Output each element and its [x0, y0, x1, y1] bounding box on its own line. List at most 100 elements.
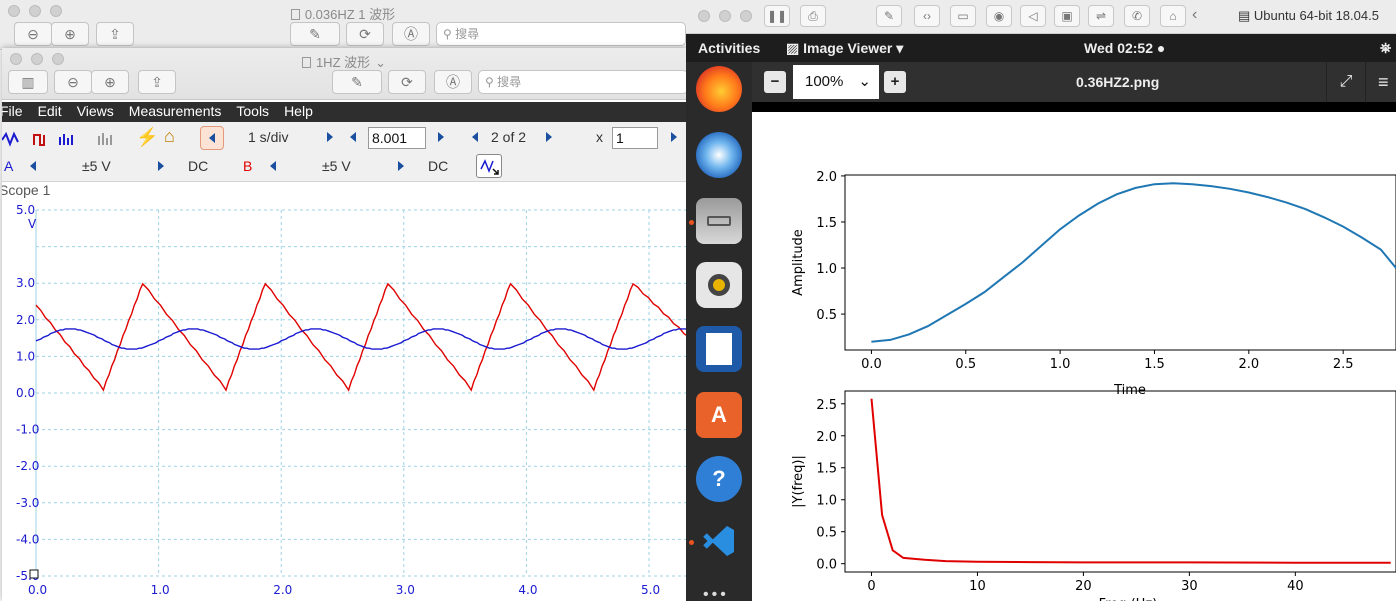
close-window-button[interactable]	[698, 10, 710, 22]
fullscreen-icon[interactable]: ⤢	[1326, 62, 1366, 102]
zoom-select[interactable]: 100% ⌄	[793, 65, 879, 99]
zoom-in-button[interactable]: +	[884, 71, 906, 93]
files-icon[interactable]	[696, 198, 742, 244]
document-icon	[301, 57, 311, 68]
menu-help[interactable]: Help	[284, 102, 313, 122]
samples-input[interactable]: 8.001 kS	[368, 127, 426, 149]
page-next-arrow[interactable]	[546, 132, 552, 142]
vscode-icon[interactable]	[696, 518, 742, 564]
vm-title: ▤ Ubuntu 64-bit 18.04.5	[1238, 8, 1379, 23]
rotate-button[interactable]: ⟳	[388, 70, 426, 94]
app-menu[interactable]: ▨ Image Viewer ▾	[786, 40, 903, 57]
waveform-icon	[480, 159, 499, 175]
search-input[interactable]: ⚲ 搜尋	[436, 22, 686, 46]
app-grid-icon[interactable]: •••	[703, 586, 729, 601]
x-tick-label: 2.5	[1333, 357, 1354, 372]
chevron-down-icon[interactable]: ⌄	[375, 55, 386, 70]
timebase-value[interactable]: 1 s/div	[248, 129, 288, 145]
channel-b-range-increase[interactable]	[398, 161, 404, 171]
channel-b-coupling[interactable]: DC	[428, 158, 448, 174]
menu-measurements[interactable]: Measurements	[129, 102, 222, 122]
annotate-button[interactable]: Ⓐ	[434, 70, 472, 94]
previous-page-button[interactable]	[200, 126, 224, 150]
camera-icon[interactable]: ▣	[1054, 5, 1080, 27]
y-tick-label: -3.0	[16, 496, 39, 510]
channel-a-range-increase[interactable]	[158, 161, 164, 171]
zoom-out-button[interactable]: ⊖	[54, 70, 92, 94]
code-icon[interactable]: ‹›	[914, 5, 940, 27]
accessibility-icon[interactable]: ⛯	[1380, 40, 1391, 57]
running-indicator	[689, 540, 694, 545]
clock[interactable]: Wed 02:52 ●	[1084, 40, 1165, 56]
window-title: 1HZ 波形 ⌄	[2, 52, 686, 71]
channel-a-label: A	[4, 158, 14, 174]
multiplier-input[interactable]: 1	[612, 127, 658, 149]
share-button[interactable]: ⇪	[96, 22, 134, 46]
x-tick-label: 0	[867, 579, 875, 594]
document-icon	[290, 9, 300, 20]
phone-icon[interactable]: ✆	[1124, 5, 1150, 27]
writer-icon[interactable]	[696, 326, 742, 372]
activities-button[interactable]: Activities	[698, 40, 760, 56]
annotate-button[interactable]: Ⓐ	[392, 22, 430, 46]
markup-button[interactable]: ✎	[290, 22, 340, 46]
search-input[interactable]: ⚲ 搜尋	[478, 70, 686, 94]
sound-icon[interactable]: ◁	[1020, 5, 1046, 27]
usb-icon[interactable]: ⇌	[1088, 5, 1114, 27]
zoom-in-button[interactable]: ⊕	[91, 70, 129, 94]
x-tick-label: 0.0	[28, 583, 47, 597]
rotate-button[interactable]: ⟳	[346, 22, 384, 46]
channel-b-range-decrease[interactable]	[270, 161, 276, 171]
auto-setup-icon[interactable]: ⚡	[136, 127, 158, 148]
channel-b-range[interactable]: ±5 V	[322, 158, 351, 174]
timebase-increase-arrow[interactable]	[327, 132, 333, 142]
software-icon[interactable]: A	[696, 392, 742, 438]
zoom-out-button[interactable]: ⊖	[14, 22, 52, 46]
sidebar-toggle-button[interactable]: ▥	[8, 70, 48, 94]
firefox-icon[interactable]	[696, 66, 742, 112]
channel-a-coupling[interactable]: DC	[188, 158, 208, 174]
image-viewer-icon: ▨	[786, 40, 804, 56]
scope-mode-icons	[2, 131, 73, 147]
x-tick-label: 1.0	[151, 583, 170, 597]
y-tick-label: -1.0	[16, 423, 39, 437]
persistence-icon[interactable]	[96, 130, 114, 148]
y-tick-label: 2.0	[816, 170, 837, 185]
x-tick-label: 40	[1287, 579, 1304, 594]
search-icon: ⚲	[443, 27, 456, 41]
menu-edit[interactable]: Edit	[38, 102, 62, 122]
page-previous-arrow[interactable]	[472, 132, 478, 142]
minimize-window-button[interactable]	[719, 10, 731, 22]
user-icon[interactable]: ◉	[986, 5, 1012, 27]
preview-toolbar: ▥ ⊖ ⊕ ⇪ ✎ ⟳ Ⓐ ⚲ 搜尋	[2, 70, 686, 98]
rhythmbox-icon[interactable]	[696, 262, 742, 308]
menu-file[interactable]: File	[2, 102, 23, 122]
pause-icon[interactable]: ❚❚	[764, 5, 790, 27]
menu-tools[interactable]: Tools	[236, 102, 269, 122]
samples-decrease-arrow[interactable]	[350, 132, 356, 142]
menu-icon[interactable]: ≡	[1378, 62, 1389, 102]
channel-options-button[interactable]	[476, 154, 502, 178]
multiplier-increase-arrow[interactable]	[671, 132, 677, 142]
channel-a-range-decrease[interactable]	[30, 161, 36, 171]
chevron-left-icon[interactable]: ‹	[1192, 6, 1197, 24]
settings-icon[interactable]: ✎	[876, 5, 902, 27]
folder-icon[interactable]: ⌂	[1160, 5, 1186, 27]
drive-icon[interactable]: ▭	[950, 5, 976, 27]
y-tick-label: 0.5	[816, 308, 837, 323]
thunderbird-icon[interactable]	[696, 132, 742, 178]
menu-views[interactable]: Views	[77, 102, 114, 122]
channel-a-range[interactable]: ±5 V	[82, 158, 111, 174]
zoom-out-button[interactable]: −	[764, 71, 786, 93]
y-tick-label: 1.0	[816, 494, 837, 509]
samples-increase-arrow[interactable]	[438, 132, 444, 142]
home-icon[interactable]: ⌂	[164, 126, 175, 147]
help-icon[interactable]: ?	[696, 456, 742, 502]
x-tick-label: 1.0	[1050, 357, 1071, 372]
zoom-in-button[interactable]: ⊕	[51, 22, 89, 46]
markup-button[interactable]: ✎	[332, 70, 382, 94]
y-tick-label: 2.0	[16, 313, 35, 327]
zoom-window-button[interactable]	[740, 10, 752, 22]
share-button[interactable]: ⇪	[138, 70, 176, 94]
snapshot-icon[interactable]: ⎙	[800, 5, 826, 27]
